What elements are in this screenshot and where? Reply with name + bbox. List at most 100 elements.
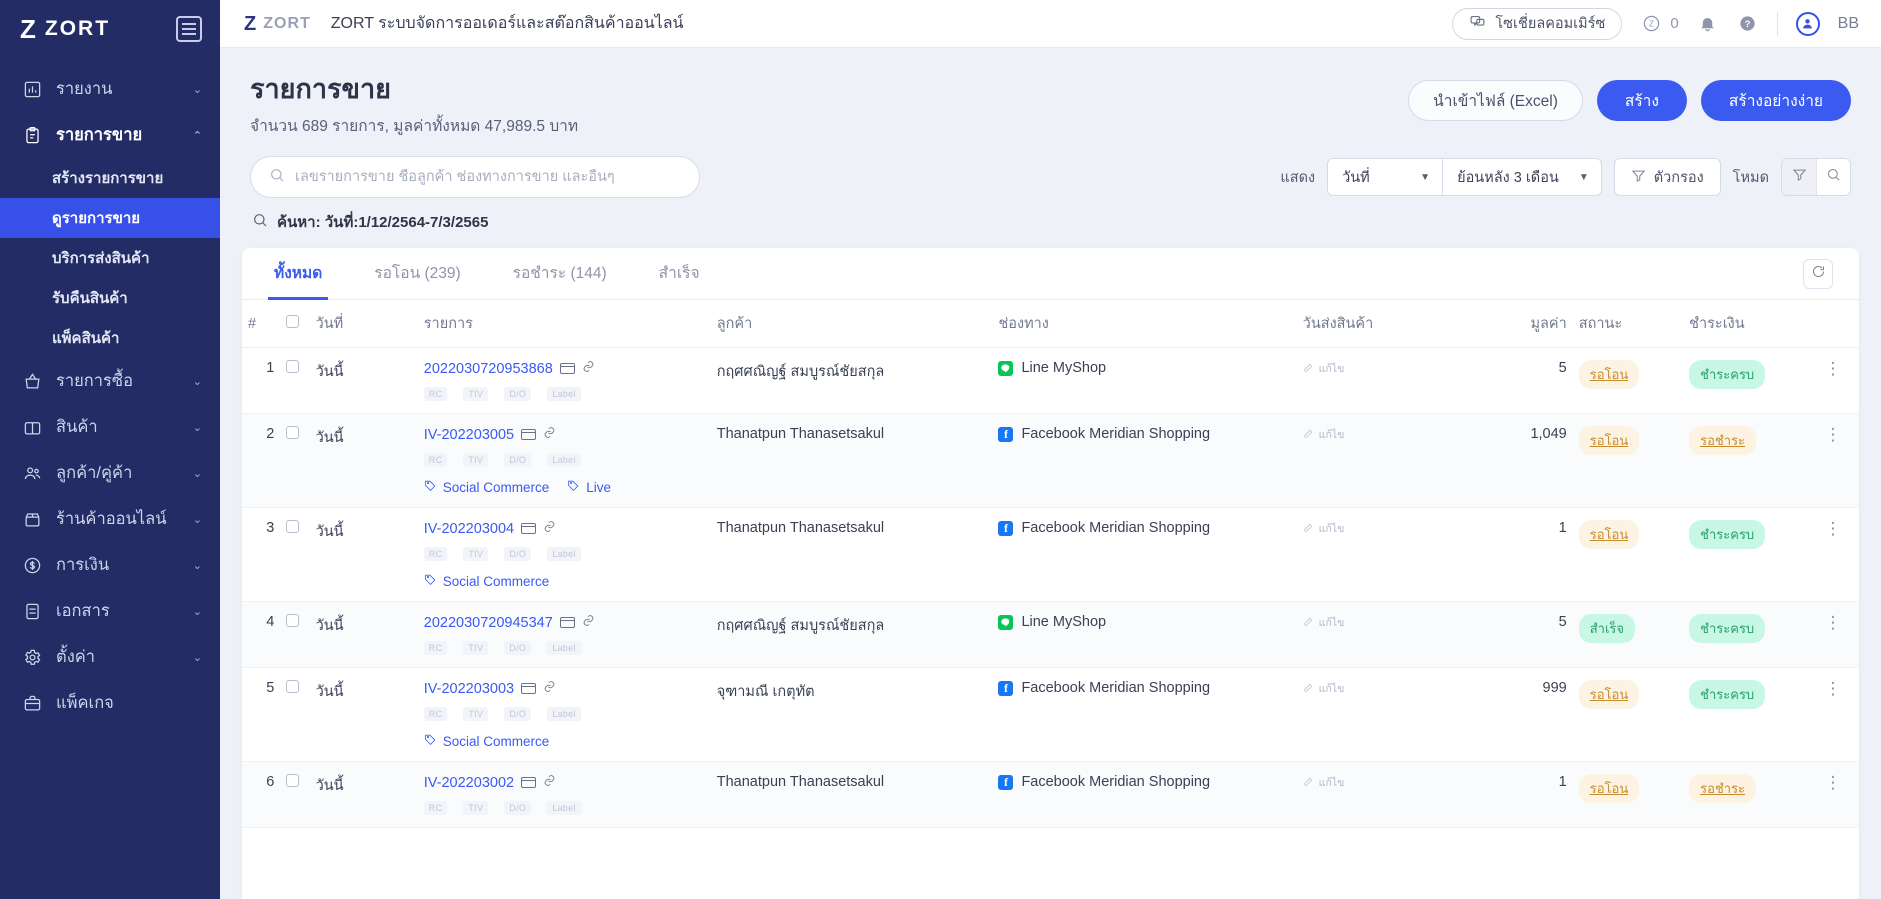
create-button[interactable]: สร้าง [1597,80,1687,121]
th-date[interactable]: วันที่ [310,300,418,348]
th-status[interactable]: สถานะ [1573,300,1683,348]
row-select-cell[interactable] [280,414,309,508]
sidebar-item-online-store[interactable]: ร้านค้าออนไลน์ ⌄ [0,496,220,542]
table-row[interactable]: 1 วันนี้ 2022030720953868 RCTIVD/OLabel … [242,348,1859,414]
row-checkbox[interactable] [286,360,299,373]
more-options-icon[interactable]: ⋮ [1825,359,1842,378]
card-icon[interactable] [560,617,575,628]
order-chip[interactable]: Social Commerce [424,573,550,589]
row-customer[interactable]: กฤศศณิญฐ์ สมบูรณ์ชัยสกุล [711,348,993,414]
row-checkbox[interactable] [286,774,299,787]
table-row[interactable]: 5 วันนี้ IV-202203003 RCTIVD/OLabel Soci… [242,668,1859,762]
edit-ship-date-button[interactable]: แก้ไข [1303,680,1466,697]
doc-tag[interactable]: RC [424,547,448,561]
status-badge[interactable]: รอโอน [1579,426,1639,455]
th-value[interactable]: มูลค่า [1471,300,1572,348]
sidebar-item-documents[interactable]: เอกสาร ⌄ [0,588,220,634]
doc-tag[interactable]: D/O [504,641,531,655]
row-select-cell[interactable] [280,348,309,414]
sidebar-subitem-create-sale[interactable]: สร้างรายการขาย [0,158,220,198]
th-channel[interactable]: ช่องทาง [992,300,1296,348]
sidebar-item-reports[interactable]: รายงาน ⌄ [0,66,220,112]
edit-ship-date-button[interactable]: แก้ไข [1303,774,1466,791]
mode-search-button[interactable] [1816,159,1850,195]
order-number-link[interactable]: IV-202203005 [424,427,514,443]
payment-badge[interactable]: รอชำระ [1689,774,1756,803]
payment-badge[interactable]: ชำระครบ [1689,680,1765,709]
row-select-cell[interactable] [280,602,309,668]
doc-tag[interactable]: TIV [463,641,488,655]
status-badge[interactable]: สำเร็จ [1579,614,1635,643]
row-customer[interactable]: กฤศศณิญฐ์ สมบูรณ์ชัยสกุล [711,602,993,668]
payment-badge[interactable]: ชำระครบ [1689,614,1765,643]
payment-badge[interactable]: ชำระครบ [1689,520,1765,549]
doc-tag[interactable]: D/O [504,707,531,721]
card-icon[interactable] [560,363,575,374]
doc-tag[interactable]: RC [424,387,448,401]
filter-button[interactable]: ตัวกรอง [1614,158,1721,196]
sidebar-item-finance[interactable]: การเงิน ⌄ [0,542,220,588]
row-checkbox[interactable] [286,614,299,627]
row-select-cell[interactable] [280,508,309,602]
status-badge[interactable]: รอโอน [1579,520,1639,549]
order-number-link[interactable]: 2022030720945347 [424,615,553,631]
search-input[interactable] [295,169,681,185]
status-badge[interactable]: รอโอน [1579,680,1639,709]
th-ship-date[interactable]: วันส่งสินค้า [1297,300,1472,348]
field-select[interactable]: วันที่ ▼ [1327,158,1443,196]
card-icon[interactable] [521,683,536,694]
row-customer[interactable]: Thanatpun Thanasetsakul [711,414,993,508]
card-icon[interactable] [521,523,536,534]
sidebar-subitem-shipping[interactable]: บริการส่งสินค้า [0,238,220,278]
sidebar-item-products[interactable]: สินค้า ⌄ [0,404,220,450]
doc-tag[interactable]: TIV [463,387,488,401]
doc-tag[interactable]: TIV [463,707,488,721]
hamburger-icon[interactable] [176,16,202,42]
create-simple-button[interactable]: สร้างอย่างง่าย [1701,80,1851,121]
doc-tag[interactable]: TIV [463,547,488,561]
help-icon[interactable]: ? [1737,13,1759,35]
status-badge[interactable]: รอโอน [1579,774,1639,803]
row-actions[interactable]: ⋮ [1807,414,1859,508]
row-actions[interactable]: ⋮ [1807,668,1859,762]
row-select-cell[interactable] [280,668,309,762]
row-select-cell[interactable] [280,762,309,828]
row-actions[interactable]: ⋮ [1807,602,1859,668]
more-options-icon[interactable]: ⋮ [1825,519,1842,538]
row-checkbox[interactable] [286,680,299,693]
order-number-link[interactable]: 2022030720953868 [424,361,553,377]
th-order[interactable]: รายการ [418,300,711,348]
search-box[interactable] [250,156,700,198]
doc-tag[interactable]: D/O [504,547,531,561]
sidebar-item-package[interactable]: แพ็คเกจ [0,680,220,726]
order-chip[interactable]: Social Commerce [424,733,550,749]
th-customer[interactable]: ลูกค้า [711,300,993,348]
doc-tag[interactable]: Label [547,707,581,721]
edit-ship-date-button[interactable]: แก้ไข [1303,614,1466,631]
tab-awaiting-transfer[interactable]: รอโอน (239) [368,248,466,300]
row-customer[interactable]: Thanatpun Thanasetsakul [711,508,993,602]
user-initials[interactable]: BB [1838,15,1859,33]
order-number-link[interactable]: IV-202203003 [424,681,514,697]
sidebar-subitem-view-sales[interactable]: ดูรายการขาย [0,198,220,238]
payment-badge[interactable]: ชำระครบ [1689,360,1765,389]
select-all-checkbox[interactable] [286,315,299,328]
table-row[interactable]: 3 วันนี้ IV-202203004 RCTIVD/OLabel Soci… [242,508,1859,602]
tab-awaiting-payment[interactable]: รอชำระ (144) [507,248,613,300]
doc-tag[interactable]: D/O [504,453,531,467]
sidebar-brand[interactable]: Z ZORT [0,0,220,58]
link-icon[interactable] [543,520,556,537]
link-icon[interactable] [582,360,595,377]
card-icon[interactable] [521,777,536,788]
row-actions[interactable]: ⋮ [1807,508,1859,602]
row-actions[interactable]: ⋮ [1807,348,1859,414]
social-commerce-button[interactable]: โซเชี่ยลคอมเมิร์ซ [1452,8,1622,40]
sidebar-item-purchases[interactable]: รายการซื้อ ⌄ [0,358,220,404]
more-options-icon[interactable]: ⋮ [1825,773,1842,792]
row-checkbox[interactable] [286,426,299,439]
mode-filter-button[interactable] [1782,159,1816,195]
sidebar-subitem-returns[interactable]: รับคืนสินค้า [0,278,220,318]
row-customer[interactable]: Thanatpun Thanasetsakul [711,762,993,828]
range-select[interactable]: ย้อนหลัง 3 เดือน ▼ [1443,158,1602,196]
edit-ship-date-button[interactable]: แก้ไข [1303,426,1466,443]
